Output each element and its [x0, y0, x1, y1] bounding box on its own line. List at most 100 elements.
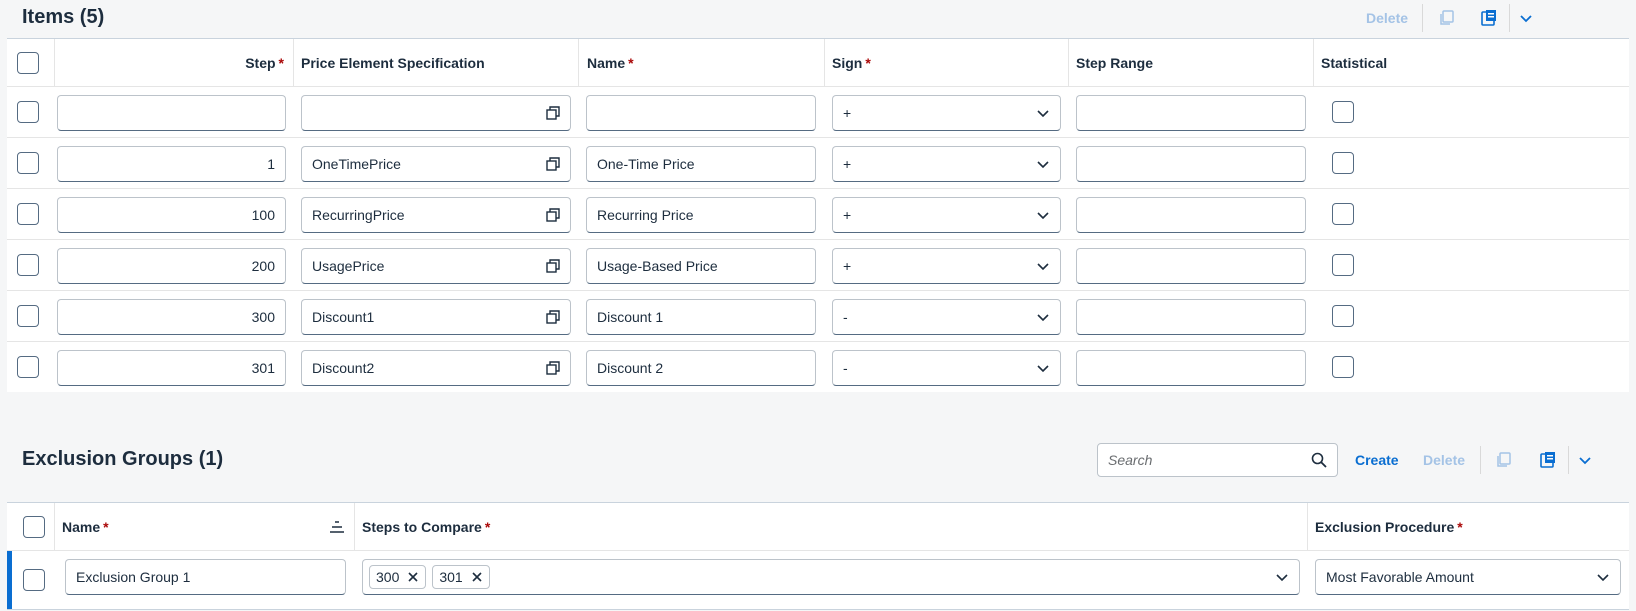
step-range-input[interactable] [1076, 197, 1306, 233]
value-help-icon[interactable] [546, 147, 560, 181]
sign-select[interactable]: - [832, 350, 1061, 386]
sign-select[interactable]: + [832, 95, 1061, 131]
name-input[interactable]: One-Time Price [586, 146, 816, 182]
step-input[interactable]: 200 [57, 248, 286, 284]
step-input[interactable]: 1 [57, 146, 286, 182]
sort-icon[interactable] [329, 519, 345, 538]
step-range-input[interactable] [1076, 350, 1306, 386]
chevron-down-icon[interactable] [1036, 300, 1050, 334]
chevron-down-icon[interactable] [1036, 198, 1050, 232]
table-row[interactable]: 300 Discount1 Discount 1 - [7, 291, 1629, 342]
value-help-icon[interactable] [546, 300, 560, 334]
statistical-checkbox[interactable] [1332, 203, 1354, 225]
table-row[interactable]: 1 OneTimePrice One-Time Price + [7, 138, 1629, 189]
column-header-sign[interactable]: Sign * [832, 39, 871, 86]
chevron-down-icon[interactable] [1036, 249, 1050, 283]
table-row[interactable]: + [7, 87, 1629, 138]
table-row[interactable]: Exclusion Group 1 300 301 Most Favorable… [7, 551, 1629, 609]
chevron-down-icon[interactable] [1036, 96, 1050, 130]
select-all-checkbox[interactable] [17, 51, 39, 74]
search-icon[interactable] [1311, 452, 1327, 471]
chevron-down-icon[interactable] [1036, 147, 1050, 181]
name-input[interactable]: Discount 1 [586, 299, 816, 335]
row-checkbox[interactable] [17, 254, 39, 276]
name-input[interactable]: Recurring Price [586, 197, 816, 233]
items-delete-button[interactable]: Delete [1366, 10, 1408, 26]
step-range-input[interactable] [1076, 248, 1306, 284]
price-element-input[interactable]: OneTimePrice [301, 146, 571, 182]
name-input[interactable] [586, 95, 816, 131]
select-all-checkbox[interactable] [23, 515, 45, 538]
name-input[interactable]: Discount 2 [586, 350, 816, 386]
statistical-checkbox[interactable] [1332, 305, 1354, 327]
table-row[interactable]: 200 UsagePrice Usage-Based Price + [7, 240, 1629, 291]
column-header-name[interactable]: Name * [587, 39, 634, 86]
step-token[interactable]: 301 [432, 565, 490, 589]
exclusion-procedure-select[interactable]: Most Favorable Amount [1315, 559, 1621, 595]
toolbar-divider [1568, 446, 1569, 474]
column-header-statistical[interactable]: Statistical [1321, 39, 1387, 86]
price-element-input[interactable]: UsagePrice [301, 248, 571, 284]
sign-select[interactable]: + [832, 248, 1061, 284]
column-header-exclusion-procedure[interactable]: Exclusion Procedure * [1315, 503, 1463, 550]
copy-icon[interactable] [1437, 8, 1457, 28]
row-checkbox[interactable] [17, 305, 39, 327]
exclusion-header: Exclusion Groups (1) Search Create Delet… [0, 440, 1636, 480]
exclusion-delete-button[interactable]: Delete [1423, 452, 1465, 468]
table-row[interactable]: 100 RecurringPrice Recurring Price + [7, 189, 1629, 240]
chevron-down-icon[interactable] [1575, 450, 1595, 470]
paste-icon[interactable] [1538, 450, 1558, 470]
row-checkbox[interactable] [17, 101, 39, 123]
row-selection-indicator [7, 551, 12, 609]
paste-icon[interactable] [1479, 8, 1499, 28]
price-element-input[interactable] [301, 95, 571, 131]
step-range-input[interactable] [1076, 299, 1306, 335]
step-input[interactable]: 301 [57, 350, 286, 386]
sign-select[interactable]: + [832, 197, 1061, 233]
price-element-input[interactable]: RecurringPrice [301, 197, 571, 233]
row-checkbox[interactable] [17, 356, 39, 378]
table-row[interactable]: 301 Discount2 Discount 2 - [7, 342, 1629, 392]
items-header: Items (5) Delete [0, 0, 1636, 36]
steps-multi-input[interactable]: 300 301 [362, 559, 1300, 595]
items-table-header: Step * Price Element Specification Name * … [7, 39, 1629, 87]
step-input[interactable] [57, 95, 286, 131]
value-help-icon[interactable] [546, 249, 560, 283]
step-range-input[interactable] [1076, 146, 1306, 182]
statistical-checkbox[interactable] [1332, 254, 1354, 276]
row-checkbox[interactable] [17, 203, 39, 225]
chevron-down-icon[interactable] [1596, 560, 1610, 594]
copy-icon[interactable] [1494, 450, 1514, 470]
sign-select[interactable]: - [832, 299, 1061, 335]
row-checkbox[interactable] [17, 152, 39, 174]
value-help-icon[interactable] [546, 351, 560, 385]
price-element-input[interactable]: Discount2 [301, 350, 571, 386]
step-input[interactable]: 100 [57, 197, 286, 233]
row-checkbox[interactable] [23, 569, 45, 591]
create-button[interactable]: Create [1355, 452, 1399, 468]
statistical-checkbox[interactable] [1332, 101, 1354, 123]
toolbar-divider [1422, 4, 1423, 32]
column-header-name[interactable]: Name * [62, 503, 109, 550]
column-header-step[interactable]: Step * [55, 39, 288, 86]
close-icon[interactable] [407, 571, 419, 583]
search-input[interactable]: Search [1097, 443, 1338, 477]
chevron-down-icon[interactable] [1516, 8, 1536, 28]
statistical-checkbox[interactable] [1332, 356, 1354, 378]
sign-select[interactable]: + [832, 146, 1061, 182]
close-icon[interactable] [471, 571, 483, 583]
step-range-input[interactable] [1076, 95, 1306, 131]
chevron-down-icon[interactable] [1036, 351, 1050, 385]
step-token[interactable]: 300 [369, 565, 427, 589]
chevron-down-icon[interactable] [1275, 560, 1289, 594]
exclusion-name-input[interactable]: Exclusion Group 1 [65, 559, 346, 595]
statistical-checkbox[interactable] [1332, 152, 1354, 174]
column-header-price-element[interactable]: Price Element Specification [301, 39, 485, 86]
value-help-icon[interactable] [546, 96, 560, 130]
column-header-step-range[interactable]: Step Range [1076, 39, 1153, 86]
column-header-steps-to-compare[interactable]: Steps to Compare * [362, 503, 490, 550]
price-element-input[interactable]: Discount1 [301, 299, 571, 335]
value-help-icon[interactable] [546, 198, 560, 232]
step-input[interactable]: 300 [57, 299, 286, 335]
name-input[interactable]: Usage-Based Price [586, 248, 816, 284]
